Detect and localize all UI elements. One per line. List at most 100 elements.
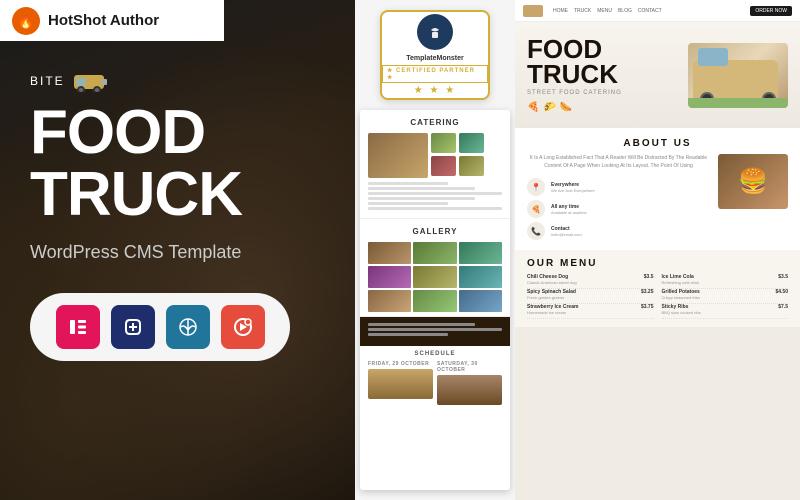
food-icons-row: 🍕 🌮 🌭 <box>527 102 680 113</box>
feature-anytime: 🍕 All any time Available at anytime <box>527 200 710 218</box>
gallery-cell <box>459 266 502 288</box>
menu-desc-2: Fresh garden greens <box>527 295 576 300</box>
tm-logo <box>417 14 453 50</box>
templatemonster-badge: TemplateMonster ★ CERTIFIED PARTNER ★ ★ … <box>380 10 490 100</box>
catering-img-4 <box>459 133 484 153</box>
menu-desc-6: BBQ slow cooked ribs <box>662 310 701 315</box>
text-line <box>368 187 475 190</box>
left-content: BITE FOOD TRUCK WordPress CMS Template <box>0 0 355 381</box>
taco-icon: 🌮 <box>543 102 555 113</box>
hot-dog-icon: 🌭 <box>560 102 572 113</box>
menu-row-4: Ice Lime Cola Refreshing cold drink $3.5 <box>662 274 789 289</box>
middle-panel: TemplateMonster ★ CERTIFIED PARTNER ★ ★ … <box>355 0 515 500</box>
left-panel: BITE FOOD TRUCK WordPress CMS Template <box>0 0 355 500</box>
rp-nav-logo <box>523 5 543 17</box>
schedule-col-1: FRIDAY, 29 OCTOBER <box>368 361 433 405</box>
about-text: It Is A Long Established Fact That A Rea… <box>527 154 710 170</box>
gallery-cell <box>459 290 502 312</box>
gallery-cell <box>368 242 411 264</box>
page-preview: CATERING <box>360 110 510 490</box>
wordpress-icon <box>166 305 210 349</box>
text-line <box>368 182 448 185</box>
schedule-dates: FRIDAY, 29 OCTOBER SATURDAY, 30 OCTOBER <box>368 361 502 405</box>
catering-images <box>368 133 502 178</box>
unlimited-elements-icon <box>111 305 155 349</box>
food-truck-small-icon <box>73 70 109 92</box>
truck-window <box>698 48 728 66</box>
gallery-cell <box>368 266 411 288</box>
schedule-header: SCHEDULE <box>368 351 502 357</box>
about-food-photo: 🍔 <box>718 154 788 209</box>
dark-text <box>368 323 502 336</box>
feature-contact: 📞 Contact hello@email.com <box>527 222 710 240</box>
rp-features: 📍 Everywhere We Are Just Everywhere 🍕 Al… <box>527 178 710 240</box>
menu-title: OUR MENU <box>527 258 788 269</box>
rp-hero-title: FOOD TRUCK <box>527 37 680 86</box>
catering-side-imgs <box>431 133 456 178</box>
menu-item-1: Chili Cheese Dog Classic American street… <box>527 274 577 285</box>
schedule-label-1: FRIDAY, 29 OCTOBER <box>368 361 433 367</box>
hotshot-logo-icon: 🔥 <box>12 7 40 35</box>
about-inner: It Is A Long Established Fact That A Rea… <box>527 154 788 240</box>
title-line2: TRUCK <box>30 160 242 229</box>
gallery-cell <box>413 266 456 288</box>
schedule-col-2: SATURDAY, 30 OCTOBER <box>437 361 502 405</box>
dark-cta-section <box>360 317 510 346</box>
menu-price-1: $3.5 <box>644 274 654 280</box>
pizza-icon: 🍕 <box>527 102 539 113</box>
catering-text <box>368 182 502 210</box>
schedule-label-2: SATURDAY, 30 OCTOBER <box>437 361 502 373</box>
menu-price-6: $7.5 <box>778 304 788 310</box>
feature-text-3: Contact hello@email.com <box>551 226 582 237</box>
feature-everywhere: 📍 Everywhere We Are Just Everywhere <box>527 178 710 196</box>
text-line <box>368 197 475 200</box>
plugin-icons-row <box>30 293 290 361</box>
menu-desc-1: Classic American street dog <box>527 280 577 285</box>
catering-header: CATERING <box>368 118 502 127</box>
title-line1: FOOD <box>30 98 205 167</box>
subtitle: WordPress CMS Template <box>30 242 325 263</box>
menu-col-right: Ice Lime Cola Refreshing cold drink $3.5… <box>662 274 789 319</box>
gallery-cell <box>368 290 411 312</box>
menu-item-3: Strawberry Ice Cream Homemade ice cream <box>527 304 578 315</box>
menu-price-5: $4.50 <box>775 289 788 295</box>
main-title: FOOD TRUCK <box>30 102 325 226</box>
about-right-img: 🍔 <box>718 154 788 209</box>
menu-item-6: Sticky Ribs BBQ slow cooked ribs <box>662 304 701 315</box>
catering-img-5 <box>459 156 484 176</box>
menu-cols-header: Chili Cheese Dog Classic American street… <box>527 274 788 319</box>
rp-nav-menu: MENU <box>597 8 612 14</box>
rp-about: ABOUT US It Is A Long Established Fact T… <box>515 128 800 250</box>
tm-stars: ★ ★ ★ <box>414 85 456 96</box>
menu-desc-5: Crispy seasoned fries <box>662 295 700 300</box>
feature-icon-3: 📞 <box>527 222 545 240</box>
feature-icon-2: 🍕 <box>527 200 545 218</box>
catering-section: CATERING <box>360 110 510 219</box>
rp-nav-blog: BLOG <box>618 8 632 14</box>
menu-row-5: Grilled Potatoes Crispy seasoned fries $… <box>662 289 789 304</box>
rp-order-btn: ORDER NOW <box>750 6 792 16</box>
gallery-cell <box>413 242 456 264</box>
schedule-bar-1 <box>368 369 433 399</box>
catering-side-imgs2 <box>459 133 484 178</box>
text-line <box>368 207 502 210</box>
gallery-cell <box>459 242 502 264</box>
right-panel: HOME TRUCK MENU BLOG CONTACT ORDER NOW F… <box>515 0 800 500</box>
menu-price-3: $3.75 <box>641 304 654 310</box>
menu-desc-3: Homemade ice cream <box>527 310 578 315</box>
feature-text-2: All any time Available at anytime <box>551 204 587 215</box>
revolution-slider-icon <box>221 305 265 349</box>
menu-items: Chili Cheese Dog Classic American street… <box>527 274 788 319</box>
bite-text: BITE <box>30 74 65 88</box>
rp-nav: HOME TRUCK MENU BLOG CONTACT ORDER NOW <box>515 0 800 22</box>
svg-text:🔥: 🔥 <box>18 14 34 29</box>
right-page-preview: HOME TRUCK MENU BLOG CONTACT ORDER NOW F… <box>515 0 800 500</box>
feature-text-1: Everywhere We Are Just Everywhere <box>551 182 595 193</box>
catering-main-img <box>368 133 428 178</box>
rp-hero: FOOD TRUCK STREET FOOD CATERING 🍕 🌮 🌭 <box>515 22 800 128</box>
gallery-section: GALLERY <box>360 219 510 317</box>
tm-text: TemplateMonster <box>406 54 463 63</box>
text-line <box>368 192 502 195</box>
rp-nav-truck: TRUCK <box>574 8 591 14</box>
feature-sub-1: We Are Just Everywhere <box>551 188 595 193</box>
